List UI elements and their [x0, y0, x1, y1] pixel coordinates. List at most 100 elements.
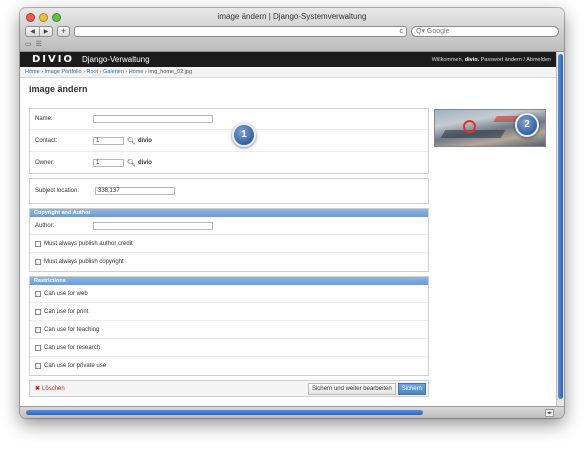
restriction-row: Can use for research [30, 339, 428, 357]
browser-window: image ändern | Django-Systemverwaltung ◀… [20, 8, 564, 418]
forward-button[interactable]: ▶ [39, 27, 52, 36]
copyright-label: Must always publish copyright [44, 259, 124, 265]
copyright-heading: Copyright and Author [30, 209, 428, 217]
delete-icon: ✖ [35, 386, 41, 392]
restriction-row: Can use for web [30, 285, 428, 303]
logout-link[interactable]: Abmelden [526, 57, 551, 63]
welcome-text: Willkommen, [431, 56, 464, 63]
delete-link[interactable]: ✖ Löschen [35, 385, 65, 392]
teaching-checkbox[interactable] [35, 326, 41, 333]
restriction-label: Can use for private use [44, 363, 107, 369]
lookup-icon[interactable]: 🔍︎ [127, 137, 136, 145]
vertical-scroll-thumb[interactable] [558, 54, 563, 399]
page-viewport: DIVIO Django-Verwaltung Willkommen, divi… [20, 52, 556, 406]
save-button[interactable]: Sichern [397, 382, 426, 395]
breadcrumb-home-folder[interactable]: Home [129, 69, 144, 75]
bookmarks-bar: ▭ ☰ [25, 40, 42, 48]
author-credit-row: Must always publish author credit [30, 235, 428, 253]
grid-icon[interactable]: ☰ [36, 40, 42, 48]
subject-location-input[interactable]: 338,137 [95, 187, 175, 195]
change-password-link[interactable]: Passwort ändern [481, 57, 522, 63]
breadcrumb-galerien[interactable]: Galerien [103, 69, 124, 75]
window-title: image ändern | Django-Systemverwaltung [217, 12, 367, 21]
restriction-row: Can use for teaching [30, 321, 428, 339]
search-field[interactable]: Q▾ Google [411, 26, 559, 37]
breadcrumb-separator: › [83, 69, 85, 75]
copyright-row: Must always publish copyright [30, 253, 428, 271]
restrictions-heading: Restrictions [30, 277, 428, 285]
add-bookmark-button[interactable]: + [57, 26, 70, 37]
author-credit-label: Must always publish author credit [44, 240, 133, 247]
subject-fieldset: Subject location: 338,137 [29, 178, 429, 204]
lookup-icon[interactable]: 🔍︎ [127, 159, 136, 167]
history-buttons: ◀ ▶ [25, 26, 53, 37]
subject-location-row: Subject location: 338,137 [30, 179, 428, 203]
owner-user: divio [137, 159, 152, 166]
restriction-label: Can use for web [44, 290, 88, 297]
contact-row: Contact: 1 🔍︎ divio [30, 130, 428, 152]
name-row: Name: [30, 109, 428, 130]
copyright-fieldset: Copyright and Author Author: Must always… [29, 208, 429, 272]
restrictions-fieldset: Restrictions Can use for web Can use for… [29, 276, 429, 376]
breadcrumb: Home › Image Portfolio › Root › Galerien… [20, 67, 556, 78]
reading-list-icon[interactable]: ▭ [25, 40, 32, 48]
save-and-continue-button[interactable]: Sichern und weiter bearbeiten [307, 382, 396, 395]
breadcrumb-separator: › [41, 69, 44, 75]
restriction-label: Can use for teaching [44, 326, 100, 333]
author-label: Author: [35, 222, 55, 229]
scroll-arrows-icon[interactable]: ◂▸ [544, 409, 554, 417]
restriction-label: Can use for research [44, 344, 101, 351]
breadcrumb-separator: › [144, 69, 147, 75]
copyright-checkbox[interactable] [35, 259, 41, 265]
subject-location-label: Subject location: [35, 187, 80, 194]
vertical-scrollbar[interactable] [556, 52, 564, 406]
breadcrumb-image-portfolio[interactable]: Image Portfolio [45, 69, 82, 75]
name-input[interactable] [93, 115, 213, 123]
breadcrumb-root[interactable]: Root [86, 69, 98, 75]
main-fieldset: Name: Contact: 1 🔍︎ divio Owner: 1 🔍︎ di… [29, 108, 429, 174]
web-checkbox[interactable] [35, 290, 41, 297]
author-row: Author: [30, 217, 428, 235]
breadcrumb-home[interactable]: Home [25, 69, 40, 75]
browser-toolbar: ◀ ▶ + c Q▾ Google [25, 25, 559, 38]
author-credit-checkbox[interactable] [35, 240, 41, 247]
delete-label: Löschen [42, 386, 65, 392]
owner-row: Owner: 1 🔍︎ divio [30, 152, 428, 173]
callout-badge-1: 1 [232, 123, 256, 147]
reload-icon[interactable]: c [400, 27, 404, 37]
breadcrumb-separator: › [99, 69, 102, 75]
owner-label: Owner: [35, 159, 55, 166]
user-tools-separator: / [523, 56, 525, 63]
change-form: Name: Contact: 1 🔍︎ divio Owner: 1 🔍︎ di… [29, 108, 429, 397]
subject-location-marker[interactable] [463, 120, 476, 133]
search-icon: Q▾ [416, 28, 427, 35]
divio-logo: DIVIO [32, 54, 74, 65]
callout-badge-2: 2 [515, 113, 539, 137]
contact-input[interactable]: 1 [93, 136, 124, 145]
horizontal-scrollbar[interactable]: ◂▸ [20, 406, 564, 418]
username: divio. [464, 56, 480, 63]
research-checkbox[interactable] [35, 344, 41, 351]
contact-label: Contact: [35, 137, 58, 144]
horizontal-scroll-thumb[interactable] [26, 410, 423, 415]
search-placeholder: Google [426, 28, 450, 35]
name-label: Name: [35, 116, 53, 122]
site-title: Django-Verwaltung [81, 55, 150, 64]
submit-row: ✖ Löschen Sichern und weiter bearbeiten S… [29, 380, 429, 397]
user-tools: Willkommen, divio. Passwort ändern / Abm… [432, 57, 551, 63]
restriction-row: Can use for print [30, 303, 428, 321]
restriction-row: Can use for private use [30, 357, 428, 375]
address-bar[interactable]: c [74, 26, 407, 37]
brand: DIVIO Django-Verwaltung [32, 54, 150, 65]
owner-input[interactable]: 1 [93, 158, 124, 167]
admin-header: DIVIO Django-Verwaltung Willkommen, divi… [20, 52, 556, 67]
submit-buttons: Sichern und weiter bearbeiten Sichern [307, 382, 426, 395]
private-use-checkbox[interactable] [35, 363, 41, 369]
page-title: image ändern [29, 84, 88, 94]
restriction-label: Can use for print [44, 308, 89, 315]
author-input[interactable] [93, 221, 213, 230]
breadcrumb-current: img_home_02.jpg [148, 69, 193, 75]
browser-titlebar: image ändern | Django-Systemverwaltung ◀… [20, 8, 564, 52]
back-button[interactable]: ◀ [26, 27, 39, 36]
print-checkbox[interactable] [35, 308, 41, 315]
